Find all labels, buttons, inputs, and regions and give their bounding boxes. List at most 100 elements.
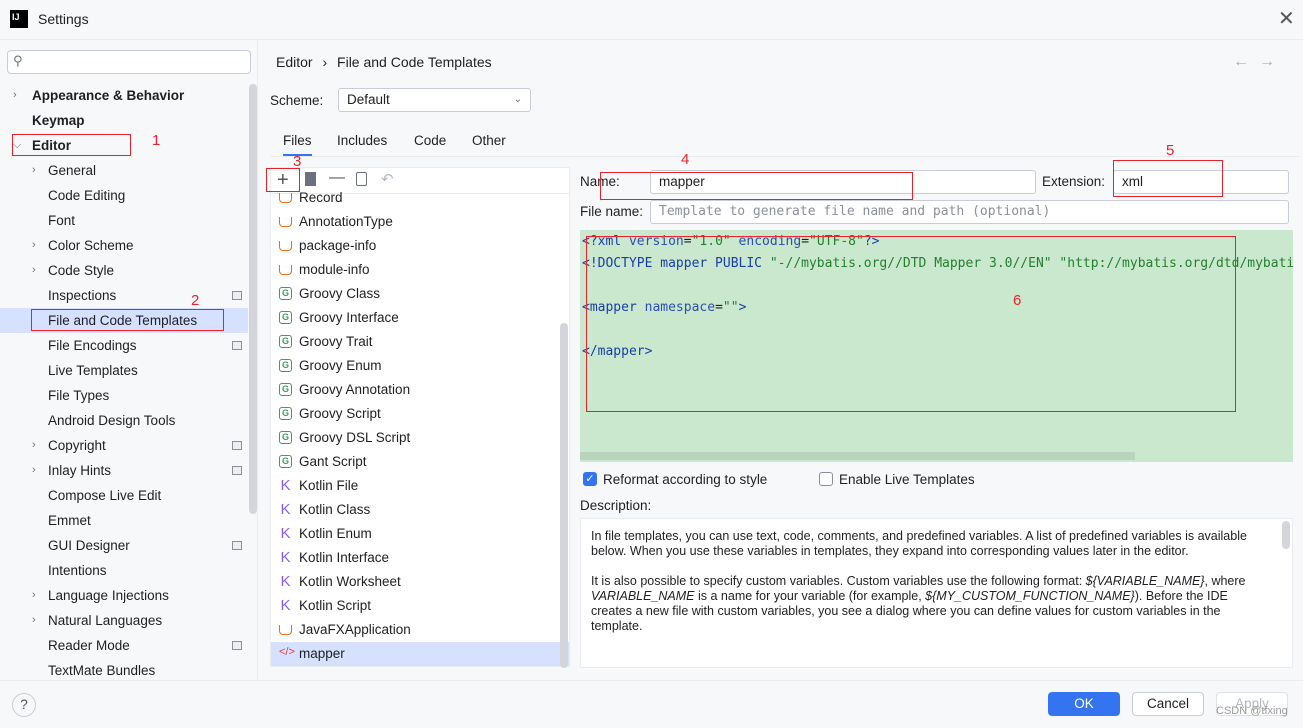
template-name: Record: [299, 190, 343, 205]
template-item[interactable]: K Kotlin Class: [271, 498, 569, 522]
template-item[interactable]: Record: [271, 186, 569, 210]
template-item[interactable]: G Gant Script: [271, 450, 569, 474]
template-name: Groovy DSL Script: [299, 430, 411, 445]
filename-input[interactable]: Template to generate file name and path …: [650, 200, 1289, 224]
sidebar-item[interactable]: › General: [0, 158, 248, 183]
scheme-select[interactable]: Default ⌄: [338, 88, 531, 112]
annotation-number: 1: [152, 132, 161, 149]
sidebar-item[interactable]: Inspections: [0, 283, 248, 308]
search-icon: ⚲: [13, 53, 23, 68]
help-button[interactable]: ?: [12, 693, 36, 717]
back-arrow-icon[interactable]: ←: [1233, 53, 1249, 71]
annotation-number: 3: [293, 153, 302, 170]
sidebar-item-label: File Types: [48, 388, 110, 403]
template-name: Groovy Annotation: [299, 382, 411, 397]
sidebar-item[interactable]: › Appearance & Behavior: [0, 83, 248, 108]
template-item[interactable]: K Kotlin File: [271, 474, 569, 498]
sidebar-item[interactable]: Code Editing: [0, 183, 248, 208]
description-paragraph: It is also possible to specify custom va…: [591, 574, 1246, 633]
project-settings-icon: [232, 441, 242, 450]
sidebar-item[interactable]: Reader Mode: [0, 633, 248, 658]
list-scrollbar[interactable]: [560, 323, 568, 668]
sidebar-item[interactable]: Keymap: [0, 108, 248, 133]
template-item[interactable]: G Groovy DSL Script: [271, 426, 569, 450]
template-item[interactable]: G Groovy Class: [271, 282, 569, 306]
template-name: Kotlin Worksheet: [299, 574, 401, 589]
sidebar-item[interactable]: File Types: [0, 383, 248, 408]
live-templates-label: Enable Live Templates: [839, 472, 975, 487]
tab-includes[interactable]: Includes: [337, 130, 387, 156]
chevron-right-icon[interactable]: ›: [32, 258, 36, 283]
sidebar-item[interactable]: Live Templates: [0, 358, 248, 383]
sidebar-item-label: Inspections: [48, 288, 117, 303]
template-name: Kotlin Enum: [299, 526, 372, 541]
breadcrumb-parent[interactable]: Editor: [276, 54, 313, 70]
groovy-file-icon: G: [279, 407, 292, 420]
reformat-checkbox[interactable]: ✓: [583, 472, 597, 486]
remove-icon[interactable]: —: [329, 169, 345, 187]
sidebar-item[interactable]: File Encodings: [0, 333, 248, 358]
template-item[interactable]: K Kotlin Enum: [271, 522, 569, 546]
tab-other[interactable]: Other: [472, 130, 506, 156]
sidebar-item[interactable]: GUI Designer: [0, 533, 248, 558]
breadcrumb-separator: ›: [322, 54, 328, 70]
sidebar-item[interactable]: › Inlay Hints: [0, 458, 248, 483]
template-item[interactable]: K Kotlin Script: [271, 594, 569, 618]
template-item[interactable]: package-info: [271, 234, 569, 258]
extension-label: Extension:: [1042, 174, 1106, 189]
logo-text: IJ: [12, 12, 20, 22]
templates-list: + — ↶ Record AnnotationType package-info mo…: [270, 167, 570, 668]
tab-code[interactable]: Code: [414, 130, 446, 156]
template-item[interactable]: AnnotationType: [271, 210, 569, 234]
sidebar-item[interactable]: Compose Live Edit: [0, 483, 248, 508]
template-item[interactable]: </> mapper: [271, 642, 569, 666]
description-paragraph: In file templates, you can use text, cod…: [591, 529, 1247, 558]
chevron-right-icon[interactable]: ›: [32, 433, 36, 458]
chevron-right-icon[interactable]: ›: [13, 83, 17, 108]
sidebar-item-label: Natural Languages: [48, 613, 163, 628]
live-templates-checkbox[interactable]: [819, 472, 833, 486]
template-item[interactable]: G Groovy Enum: [271, 354, 569, 378]
template-item[interactable]: K Kotlin Interface: [271, 546, 569, 570]
ok-button[interactable]: OK: [1048, 692, 1120, 716]
cancel-button[interactable]: Cancel: [1132, 692, 1204, 716]
editor-hscrollbar[interactable]: [580, 452, 1135, 460]
groovy-file-icon: G: [279, 359, 292, 372]
template-item[interactable]: G Groovy Annotation: [271, 378, 569, 402]
template-name: JavaFXApplication: [299, 622, 411, 637]
annotation-box: [31, 309, 224, 331]
template-item[interactable]: K Kotlin Worksheet: [271, 570, 569, 594]
sidebar-item[interactable]: Intentions: [0, 558, 248, 583]
sidebar-item[interactable]: Font: [0, 208, 248, 233]
search-input[interactable]: ⚲: [7, 50, 251, 74]
sidebar-item-label: Reader Mode: [48, 638, 130, 653]
add-child-icon[interactable]: [305, 172, 316, 186]
template-item[interactable]: G Groovy Trait: [271, 330, 569, 354]
chevron-right-icon[interactable]: ›: [32, 233, 36, 258]
close-icon[interactable]: ✕: [1278, 6, 1295, 31]
copy-icon[interactable]: [356, 172, 367, 186]
template-item[interactable]: G Groovy Script: [271, 402, 569, 426]
sidebar-item[interactable]: › Color Scheme: [0, 233, 248, 258]
sidebar-item[interactable]: › Language Injections: [0, 583, 248, 608]
project-settings-icon: [232, 466, 242, 475]
template-item[interactable]: G Groovy Interface: [271, 306, 569, 330]
template-name: AnnotationType: [299, 214, 393, 229]
description-scrollbar[interactable]: [1282, 521, 1290, 549]
breadcrumb: Editor › File and Code Templates: [276, 54, 492, 70]
sidebar-item[interactable]: Android Design Tools: [0, 408, 248, 433]
template-name: Groovy Script: [299, 406, 381, 421]
sidebar-scrollbar[interactable]: [249, 84, 257, 514]
chevron-right-icon[interactable]: ›: [32, 583, 36, 608]
kotlin-file-icon: K: [280, 573, 291, 590]
chevron-right-icon[interactable]: ›: [32, 608, 36, 633]
template-item[interactable]: module-info: [271, 258, 569, 282]
sidebar-item[interactable]: › Code Style: [0, 258, 248, 283]
template-item[interactable]: JavaFXApplication: [271, 618, 569, 642]
sidebar-item[interactable]: Emmet: [0, 508, 248, 533]
sidebar-item[interactable]: › Natural Languages: [0, 608, 248, 633]
chevron-right-icon[interactable]: ›: [32, 458, 36, 483]
forward-arrow-icon[interactable]: →: [1259, 53, 1275, 71]
sidebar-item[interactable]: › Copyright: [0, 433, 248, 458]
chevron-right-icon[interactable]: ›: [32, 158, 36, 183]
